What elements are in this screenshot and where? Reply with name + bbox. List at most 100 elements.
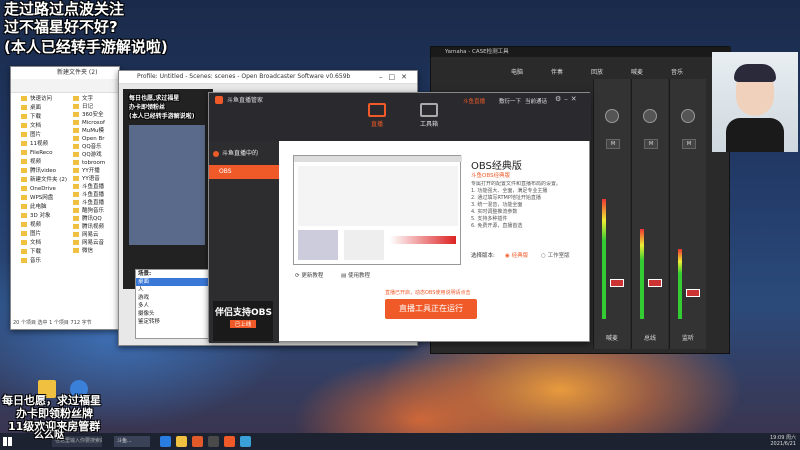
app-icon[interactable] (240, 436, 251, 447)
scene-item[interactable]: 摄像头 (136, 310, 208, 318)
list-item[interactable]: YY语音 (71, 175, 119, 183)
list-item[interactable]: MuMu模 (71, 127, 119, 135)
list-item[interactable]: 日记 (71, 103, 119, 111)
sidebar-item[interactable]: 腾讯video (11, 167, 69, 176)
list-item[interactable]: 微信 (71, 247, 119, 255)
douyu-icon[interactable] (224, 436, 235, 447)
file-icon (73, 144, 79, 149)
notice-text[interactable]: 直播已开启，动态OBS使用说明请点击 (385, 289, 470, 296)
sidebar-item[interactable]: 下载 (11, 113, 69, 122)
mixer-tab[interactable]: 回放 (591, 67, 603, 76)
list-item[interactable]: Open Br (71, 135, 119, 143)
sidebar-item[interactable]: 视频 (11, 158, 69, 167)
sidebar-item[interactable]: 3D 对象 (11, 212, 69, 221)
promo-sub: 已上线 (230, 320, 256, 328)
sidebar-item[interactable]: WPS网盘 (11, 194, 69, 203)
folder-icon (21, 231, 27, 236)
sidebar-item[interactable]: 此电脑 (11, 203, 69, 212)
scene-item[interactable]: 鉴定转移 (136, 318, 208, 326)
tab-toolbox[interactable]: 工具箱 (409, 101, 449, 128)
list-item[interactable]: 斗鱼直播 (71, 183, 119, 191)
header-link[interactable]: 当前通话 (525, 97, 547, 105)
sidebar-item[interactable]: 图片 (11, 230, 69, 239)
file-icon (73, 216, 79, 221)
mute-button[interactable]: M (606, 139, 620, 149)
scene-item[interactable]: 多人 (136, 302, 208, 310)
link-update[interactable]: ⟳ 更新教程 (295, 271, 323, 279)
file-icon (73, 200, 79, 205)
obs-window-controls[interactable]: –□✕ (379, 71, 413, 83)
sidebar-item[interactable]: 新建文件夹 (2) (11, 176, 69, 185)
start-live-button[interactable]: 直播工具正在运行 (385, 299, 477, 319)
list-item[interactable]: 腾讯视频 (71, 223, 119, 231)
edge-icon[interactable] (160, 436, 171, 447)
streamer-shirt (726, 118, 784, 152)
user-name[interactable]: 斗鱼直播 (463, 97, 485, 105)
sidebar-item[interactable]: OneDrive (11, 185, 69, 194)
list-item[interactable]: 网易云音 (71, 239, 119, 247)
sidebar-item[interactable]: 下载 (11, 248, 69, 257)
list-item[interactable]: 酷狗音乐 (71, 207, 119, 215)
sidebar-item[interactable]: 文档 (11, 122, 69, 131)
file-icon (73, 120, 79, 125)
obs-icon[interactable] (208, 436, 219, 447)
list-item[interactable]: QQ游戏 (71, 151, 119, 159)
streamer-hair (734, 64, 776, 82)
obs-thumb-panel (298, 230, 338, 260)
promo-banner[interactable]: 伴侣支持OBS 已上线 (213, 301, 273, 341)
list-item[interactable]: 360安全 (71, 111, 119, 119)
gain-knob[interactable] (681, 109, 695, 123)
list-item[interactable]: 斗鱼直播 (71, 191, 119, 199)
explorer-tab-title: 新建文件夹 (2) (57, 69, 98, 76)
side-item[interactable]: 斗鱼直播中的 (213, 147, 275, 161)
obs-thumb-preview (298, 166, 458, 226)
list-item[interactable]: QQ音乐 (71, 143, 119, 151)
side-item-obs[interactable]: OBS (209, 165, 279, 179)
sidebar-item[interactable]: FileReco (11, 149, 69, 158)
sidebar-item[interactable]: 文档 (11, 239, 69, 248)
taskbar-clock[interactable]: 19:09 周六 2021/6/21 (752, 435, 796, 447)
start-icon[interactable] (3, 437, 12, 446)
mixer-channel: M 监听 (669, 79, 706, 349)
header-link[interactable]: 敷衍一下 (499, 97, 521, 105)
mute-button[interactable]: M (682, 139, 696, 149)
list-item[interactable]: Microsof (71, 119, 119, 127)
list-item[interactable]: 斗鱼直播 (71, 199, 119, 207)
version-classic-radio[interactable]: ◉ 经典版 (505, 251, 528, 259)
sidebar-item[interactable]: 视频 (11, 221, 69, 230)
gain-knob[interactable] (643, 109, 657, 123)
mute-button[interactable]: M (644, 139, 658, 149)
list-item[interactable]: 腾讯QQ (71, 215, 119, 223)
channel-fader[interactable] (686, 289, 700, 297)
window-controls[interactable]: ⚙–✕ (555, 95, 580, 103)
mixer-tab[interactable]: 伴奏 (551, 67, 563, 76)
gain-knob[interactable] (605, 109, 619, 123)
list-item[interactable]: 网易云 (71, 231, 119, 239)
scene-item[interactable]: 人 (136, 286, 208, 294)
link-tutorial[interactable]: ▤ 使用教程 (341, 271, 370, 279)
sidebar-item[interactable]: 11视频 (11, 140, 69, 149)
tab-live[interactable]: 直播 (357, 101, 397, 128)
channel-fader[interactable] (610, 279, 624, 287)
folder-icon[interactable] (176, 436, 187, 447)
scene-list-title: 场景: (138, 271, 152, 277)
file-icon (73, 104, 79, 109)
sidebar-item[interactable]: 图片 (11, 131, 69, 140)
list-item[interactable]: tobroom (71, 159, 119, 167)
list-item[interactable]: YY开播 (71, 167, 119, 175)
mixer-tab[interactable]: 喊麦 (631, 67, 643, 76)
obs-preview-text-1: 每日也愿,求过福星 (129, 95, 180, 102)
sidebar-item[interactable]: 快速访问 (11, 95, 69, 104)
version-studio-radio[interactable]: ○ 工作室版 (541, 251, 570, 259)
sidebar-item[interactable]: 桌面 (11, 104, 69, 113)
mixer-tab[interactable]: 电脑 (511, 67, 523, 76)
folder-icon (21, 114, 27, 119)
app-icon[interactable] (192, 436, 203, 447)
channel-fader[interactable] (648, 279, 662, 287)
list-item[interactable]: 文字 (71, 95, 119, 103)
mixer-tab[interactable]: 音乐 (671, 67, 683, 76)
taskbar-item[interactable]: 斗鱼... (114, 436, 150, 447)
scene-item[interactable]: 桌面 (136, 278, 208, 286)
scene-item[interactable]: 游戏 (136, 294, 208, 302)
sidebar-item[interactable]: 音乐 (11, 257, 69, 266)
